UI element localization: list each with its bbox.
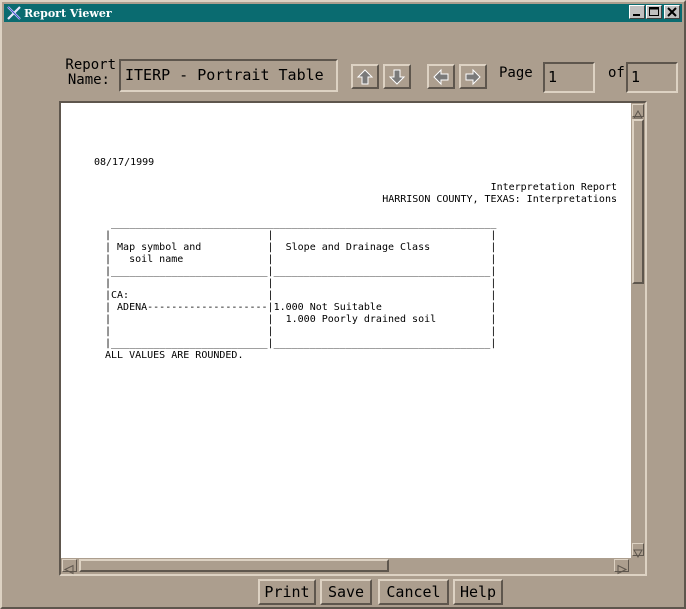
report-name-field[interactable]: ITERP - Portrait Table — [119, 59, 338, 92]
cancel-button[interactable]: Cancel — [378, 579, 449, 605]
close-button[interactable] — [664, 5, 680, 19]
minimize-button[interactable] — [629, 5, 645, 19]
title-bar[interactable]: Report Viewer — [4, 4, 682, 22]
report-date: 08/17/1999 — [94, 157, 155, 168]
page-label: Page — [499, 65, 533, 81]
report-table-line: |CA: | | — [105, 290, 497, 301]
report-table-line: ________________________________________… — [105, 218, 497, 229]
report-name-label: Report Name: — [52, 58, 116, 88]
page-number-field[interactable]: 1 — [543, 62, 595, 93]
scroll-left-button[interactable] — [62, 559, 77, 575]
of-label: of — [608, 65, 625, 81]
nav-up-button[interactable] — [351, 64, 379, 89]
arrow-down-icon — [388, 69, 406, 85]
report-name-label-line1: Report — [65, 57, 116, 73]
nav-left-button[interactable] — [427, 64, 455, 89]
report-table-line: | | 1.000 Poorly drained soil | — [105, 314, 497, 325]
window-title: Report Viewer — [24, 6, 112, 20]
horizontal-scroll-thumb[interactable] — [79, 559, 389, 572]
nav-right-button[interactable] — [459, 64, 487, 89]
maximize-icon — [649, 7, 659, 16]
arrow-left-icon — [433, 68, 449, 85]
report-table-line: |__________________________|____________… — [105, 338, 497, 349]
report-table-line: | ADENA--------------------|1.000 Not Su… — [105, 302, 497, 313]
report-footnote: ALL VALUES ARE ROUNDED. — [105, 350, 244, 361]
print-button[interactable]: Print — [258, 579, 316, 605]
arrow-up-icon — [356, 68, 374, 84]
x-logo-icon — [7, 6, 21, 20]
scroll-left-icon — [63, 564, 74, 575]
scroll-down-button[interactable] — [632, 543, 644, 559]
report-viewer-frame: 08/17/1999 Interpretation Report HARRISO… — [59, 101, 647, 576]
total-pages-field: 1 — [626, 62, 678, 93]
scroll-right-button[interactable] — [614, 559, 629, 575]
scroll-right-icon — [617, 564, 628, 575]
report-name-label-line2: Name: — [67, 72, 110, 88]
report-table-line: |__________________________|____________… — [105, 266, 497, 277]
vertical-scroll-thumb[interactable] — [632, 119, 644, 284]
arrow-right-icon — [465, 68, 481, 85]
save-button[interactable]: Save — [320, 579, 372, 605]
nav-down-button[interactable] — [383, 64, 411, 89]
report-table-line: | | | — [105, 230, 497, 241]
help-button[interactable]: Help — [453, 579, 503, 605]
report-viewer-window: Report Viewer Report Name: ITERP - Portr… — [0, 0, 686, 609]
horizontal-scrollbar[interactable] — [61, 558, 631, 575]
minimize-icon — [633, 14, 640, 16]
report-table-line: | | | — [105, 278, 497, 289]
report-table-line: | Map symbol and | Slope and Drainage Cl… — [105, 242, 497, 253]
scroll-down-icon — [633, 549, 643, 559]
report-subtitle: HARRISON COUNTY, TEXAS: Interpretations — [382, 194, 617, 205]
report-title: Interpretation Report — [490, 182, 617, 193]
report-table-line: | soil name | | — [105, 254, 497, 265]
maximize-button[interactable] — [646, 5, 662, 19]
close-icon — [667, 7, 677, 17]
vertical-scrollbar[interactable] — [631, 103, 645, 559]
report-viewport[interactable]: 08/17/1999 Interpretation Report HARRISO… — [61, 103, 631, 558]
scroll-up-button[interactable] — [632, 104, 644, 119]
report-table-line: | | | — [105, 326, 497, 337]
